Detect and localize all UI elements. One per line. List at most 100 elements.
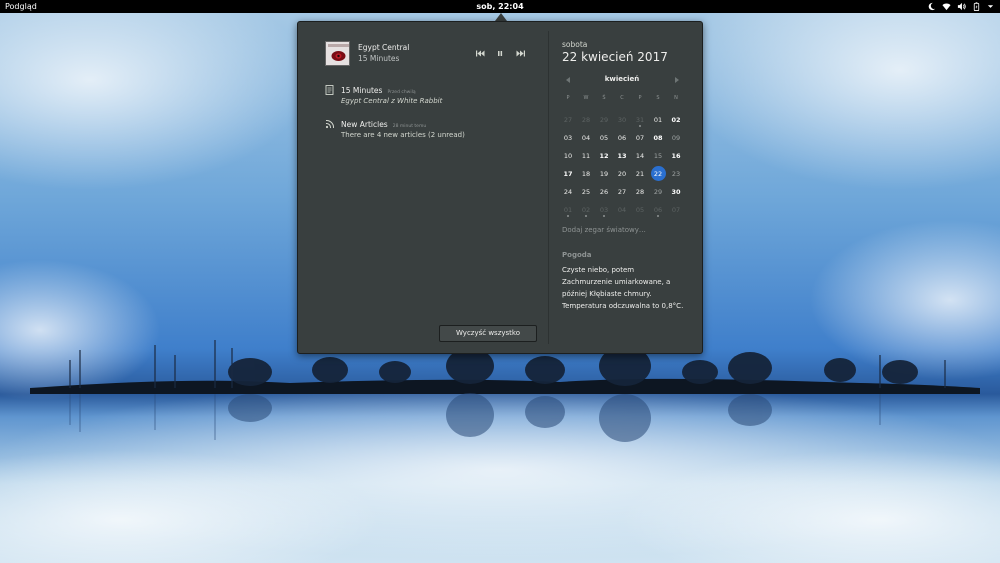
notification-body: Egypt Central z White Rabbit [341, 97, 443, 105]
calendar-day[interactable]: 18 [577, 167, 595, 181]
calendar-day[interactable]: 10 [559, 149, 577, 163]
calendar-day[interactable]: 08 [649, 131, 667, 145]
calendar-day[interactable]: 14 [631, 149, 649, 163]
calendar-day[interactable]: 07 [631, 131, 649, 145]
calendar-day[interactable]: 13 [613, 149, 631, 163]
calendar-day-today[interactable]: 22 [649, 166, 667, 181]
calendar-day[interactable]: 21 [631, 167, 649, 181]
track-artist: Egypt Central [358, 43, 410, 52]
weekday-header: P [566, 95, 570, 101]
day-number: 02 [581, 206, 591, 214]
clear-all-button[interactable]: Wyczyść wszystko [439, 325, 537, 342]
calendar-day[interactable]: 24 [559, 185, 577, 199]
message-tray-popup: Egypt Central 15 Minutes 15 Minutes Przed… [297, 21, 703, 354]
calendar-day[interactable]: 02 [667, 113, 685, 127]
calendar-week: 24 25 26 27 28 29 30 [559, 185, 685, 199]
weekday-header: N [674, 95, 678, 101]
calendar-day[interactable]: 09 [667, 131, 685, 145]
event-dot [603, 215, 605, 217]
event-dot [639, 125, 641, 127]
calendar-panel: sobota 22 kwiecień 2017 kwiecień P W Ś C… [561, 22, 701, 353]
calendar-day[interactable]: 06 [613, 131, 631, 145]
notification-title: 15 Minutes [341, 86, 383, 95]
clock-button[interactable]: sob, 22:04 [476, 2, 523, 11]
calendar-day[interactable]: 16 [667, 149, 685, 163]
weekday-header: Ś [602, 95, 606, 101]
calendar-day[interactable]: 31 [631, 113, 649, 127]
next-track-icon[interactable] [516, 49, 526, 58]
calendar-day[interactable]: 23 [667, 167, 685, 181]
calendar-day[interactable]: 26 [595, 185, 613, 199]
volume-icon[interactable] [957, 2, 966, 11]
weather-description: Czyste niebo, potem Zachmurzenie umiarko… [562, 266, 684, 310]
battery-icon[interactable] [972, 2, 981, 11]
calendar-day[interactable]: 27 [559, 113, 577, 127]
calendar-week: 03 04 05 06 07 08 09 [559, 131, 685, 145]
calendar-day[interactable]: 11 [577, 149, 595, 163]
system-tray[interactable] [927, 0, 994, 13]
calendar-day[interactable]: 03 [559, 131, 577, 145]
album-art-image [326, 42, 349, 65]
calendar-day[interactable]: 07 [667, 203, 685, 217]
calendar-week: 01 02 03 04 05 06 07 [559, 203, 685, 217]
calendar-day[interactable]: 25 [577, 185, 595, 199]
next-month-icon[interactable] [675, 77, 679, 83]
notification-time: 28 minut temu [392, 124, 427, 129]
wifi-icon[interactable] [942, 2, 951, 11]
calendar-day[interactable]: 29 [595, 113, 613, 127]
event-dot [585, 215, 587, 217]
calendar-day[interactable]: 29 [649, 185, 667, 199]
top-bar: Podgląd sob, 22:04 [0, 0, 1000, 13]
media-player-notification[interactable]: Egypt Central 15 Minutes [325, 41, 530, 69]
previous-track-icon[interactable] [475, 49, 485, 58]
day-number: 03 [599, 206, 609, 214]
night-light-icon[interactable] [927, 2, 936, 11]
day-number: 06 [653, 206, 663, 214]
calendar-day[interactable]: 01 [649, 113, 667, 127]
calendar-day[interactable]: 01 [559, 203, 577, 217]
calendar-day[interactable]: 19 [595, 167, 613, 181]
date-label[interactable]: 22 kwiecień 2017 [562, 50, 668, 64]
event-dot [567, 215, 569, 217]
weekday-header: W [583, 95, 589, 101]
weekday-header: C [620, 95, 624, 101]
weekday-label[interactable]: sobota [562, 40, 587, 49]
calendar-day[interactable]: 20 [613, 167, 631, 181]
calendar-day[interactable]: 05 [595, 131, 613, 145]
activities-button[interactable]: Podgląd [5, 0, 37, 13]
system-menu-arrow-icon[interactable] [987, 2, 994, 11]
calendar-day[interactable]: 04 [613, 203, 631, 217]
calendar-day[interactable]: 30 [613, 113, 631, 127]
calendar-day[interactable]: 30 [667, 185, 685, 199]
weekday-header: S [656, 95, 660, 101]
calendar-day[interactable]: 06 [649, 203, 667, 217]
month-label: kwiecień [604, 75, 640, 83]
calendar-day[interactable]: 15 [649, 149, 667, 163]
popup-divider [548, 31, 549, 344]
calendar-week: 10 11 12 13 14 15 16 [559, 149, 685, 163]
calendar-day[interactable]: 28 [631, 185, 649, 199]
calendar-day[interactable]: 28 [577, 113, 595, 127]
calendar-day[interactable]: 27 [613, 185, 631, 199]
day-number: 01 [563, 206, 573, 214]
calendar-day[interactable]: 03 [595, 203, 613, 217]
event-dot [657, 215, 659, 217]
calendar-day[interactable]: 04 [577, 131, 595, 145]
pause-icon[interactable] [495, 49, 505, 58]
calendar-day[interactable]: 05 [631, 203, 649, 217]
calendar-day[interactable]: 17 [559, 167, 577, 181]
document-icon [325, 85, 334, 95]
track-title: 15 Minutes [358, 54, 400, 63]
popup-pointer [495, 13, 507, 21]
calendar-day[interactable]: 02 [577, 203, 595, 217]
rss-feed-icon [325, 120, 334, 129]
calendar-week: 17 18 19 20 21 22 23 [559, 166, 685, 181]
notification-body: There are 4 new articles (2 unread) [341, 131, 465, 139]
calendar-day[interactable]: 12 [595, 149, 613, 163]
album-cover [325, 41, 350, 66]
weekday-header: P [638, 95, 642, 101]
add-world-clock-link[interactable]: Dodaj zegar światowy… [562, 226, 646, 234]
notification-list: Egypt Central 15 Minutes 15 Minutes Przed… [298, 22, 548, 353]
notification-title: New Articles [341, 120, 388, 129]
weather-heading[interactable]: Pogoda [562, 251, 592, 259]
